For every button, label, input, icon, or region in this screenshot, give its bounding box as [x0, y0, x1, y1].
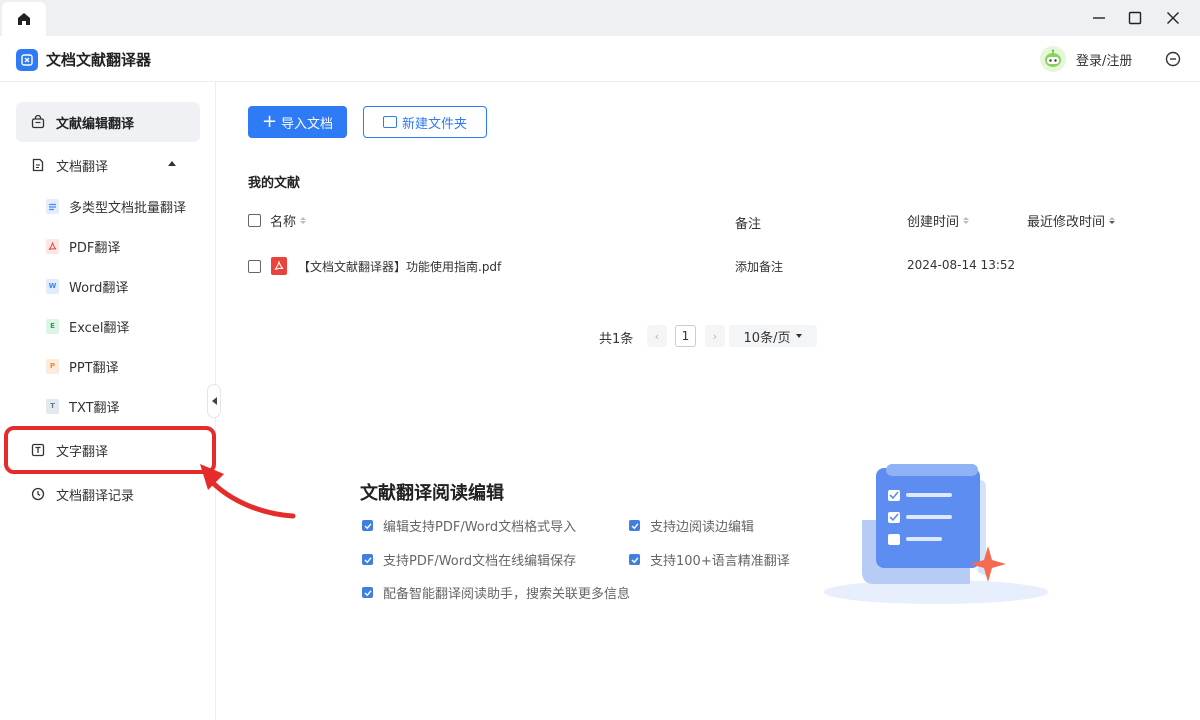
sidebar-subitem-label: TXT翻译	[69, 400, 120, 416]
feature-text: 配备智能翻译阅读助手，搜索关联更多信息	[383, 587, 631, 602]
library-title: 我的文献	[248, 176, 301, 191]
sidebar-subitem-pdf[interactable]: PDF翻译	[46, 232, 206, 260]
add-note-link[interactable]: 添加备注	[735, 258, 783, 275]
sort-icon[interactable]	[1109, 217, 1116, 224]
created-time: 2024-08-14 13:52	[907, 258, 1016, 272]
column-header-label: 创建时间	[907, 215, 960, 230]
pdf-icon	[46, 238, 59, 254]
import-document-button[interactable]: + 导入文档	[248, 106, 347, 138]
sidebar-collapse-handle[interactable]	[207, 384, 221, 418]
feature-item: 支持边阅读边编辑	[629, 516, 754, 535]
column-name-header[interactable]: 名称	[270, 211, 307, 230]
sidebar-subitem-label: PDF翻译	[69, 240, 121, 256]
circle-minus-icon	[1165, 51, 1181, 67]
folder-plus-icon	[382, 116, 397, 128]
next-page-button[interactable]: ›	[705, 325, 725, 347]
close-button[interactable]	[1160, 6, 1186, 30]
sidebar-item-label: 文档翻译记录	[56, 488, 135, 504]
sidebar-subitem-label: Word翻译	[69, 280, 129, 296]
minimize-button[interactable]	[1086, 6, 1112, 30]
bag-icon	[30, 114, 46, 130]
checkmark-icon	[362, 554, 373, 565]
app-header: 文档文献翻译器 登录/注册	[0, 36, 1200, 82]
feature-item: 配备智能翻译阅读助手，搜索关联更多信息	[362, 583, 630, 602]
prev-page-button[interactable]: ‹	[647, 325, 667, 347]
new-folder-label: 新建文件夹	[401, 116, 467, 132]
sort-icon[interactable]	[963, 217, 970, 224]
maximize-icon	[1128, 11, 1142, 25]
column-note-header: 备注	[735, 213, 761, 232]
excel-icon: E	[46, 318, 59, 334]
feature-item: 支持100+语言精准翻译	[629, 550, 790, 569]
feature-item: 支持PDF/Word文档在线编辑保存	[362, 550, 576, 569]
sidebar-subitem-excel[interactable]: E Excel翻译	[46, 312, 206, 340]
column-created-header[interactable]: 创建时间	[907, 211, 970, 230]
sidebar-subitem-label: Excel翻译	[69, 320, 130, 336]
checkmark-icon	[362, 587, 373, 598]
login-register-link[interactable]: 登录/注册	[1076, 50, 1132, 69]
column-header-label: 备注	[735, 217, 762, 232]
user-avatar[interactable]	[1040, 46, 1066, 72]
document-icon	[30, 157, 46, 173]
chevron-down-icon	[796, 334, 803, 338]
file-name[interactable]: 【文档文献翻译器】功能使用指南.pdf	[298, 258, 501, 275]
page-size-select[interactable]: 10条/页	[729, 325, 817, 347]
txt-icon: T	[46, 398, 59, 414]
pager-total: 共1条	[599, 332, 634, 347]
document-scroll-illustration	[824, 464, 1048, 604]
chevron-left-icon: ‹	[654, 329, 660, 343]
red-arrow-icon	[200, 464, 296, 519]
sidebar-subitem-txt[interactable]: T TXT翻译	[46, 392, 206, 420]
sidebar-subitem-label: 多类型文档批量翻译	[69, 200, 187, 216]
checkmark-icon	[629, 554, 640, 565]
sidebar-item-translate-history[interactable]: 文档翻译记录	[16, 474, 200, 514]
feature-text: 支持边阅读边编辑	[650, 520, 755, 535]
clock-icon	[30, 486, 46, 502]
caret-up-icon[interactable]	[168, 161, 176, 166]
new-folder-button[interactable]: 新建文件夹	[363, 106, 487, 138]
checkmark-icon	[629, 520, 640, 531]
window-titlebar	[0, 0, 1200, 36]
sidebar-subitem-batch[interactable]: 多类型文档批量翻译	[46, 192, 206, 220]
feature-text: 支持100+语言精准翻译	[650, 554, 790, 569]
import-document-label: 导入文档	[281, 116, 334, 132]
app-logo-icon	[16, 49, 38, 71]
home-tab[interactable]	[2, 2, 46, 36]
page-number-current[interactable]: 1	[675, 325, 696, 347]
column-header-label: 名称	[270, 215, 297, 230]
sidebar-subitem-ppt[interactable]: P PPT翻译	[46, 352, 206, 380]
app-title: 文档文献翻译器	[46, 51, 152, 69]
column-header-label: 最近修改时间	[1027, 215, 1106, 230]
plus-icon: +	[261, 111, 278, 132]
word-icon: W	[46, 278, 59, 294]
sidebar-item-label: 文档翻译	[56, 159, 109, 175]
select-all-checkbox[interactable]	[248, 214, 261, 227]
robot-avatar-icon	[1045, 49, 1061, 67]
column-modified-header[interactable]: 最近修改时间	[1027, 211, 1116, 230]
sidebar-subitem-word[interactable]: W Word翻译	[46, 272, 206, 300]
feature-text: 支持PDF/Word文档在线编辑保存	[383, 554, 577, 569]
minimize-icon	[1093, 17, 1105, 19]
feature-item: 编辑支持PDF/Word文档格式导入	[362, 516, 576, 535]
page-size-label: 10条/页	[743, 330, 791, 346]
sort-icon[interactable]	[300, 217, 307, 224]
sidebar-item-literature-edit-translate[interactable]: 文献编辑翻译	[16, 102, 200, 142]
maximize-button[interactable]	[1122, 6, 1148, 30]
sidebar-subitem-label: PPT翻译	[69, 360, 119, 376]
multi-doc-icon	[46, 198, 59, 214]
feature-text: 编辑支持PDF/Word文档格式导入	[383, 520, 577, 535]
sidebar-item-document-translate[interactable]: 文档翻译	[16, 145, 200, 185]
pdf-file-icon	[271, 257, 287, 275]
chevron-right-icon: ›	[712, 329, 718, 343]
checkmark-icon	[362, 520, 373, 531]
home-icon	[18, 13, 30, 25]
row-checkbox[interactable]	[248, 260, 261, 273]
sidebar-item-label: 文献编辑翻译	[56, 116, 135, 132]
highlight-box	[4, 426, 216, 474]
promo-title: 文献翻译阅读编辑	[360, 483, 504, 504]
close-icon	[1167, 12, 1179, 24]
header-menu-button[interactable]	[1164, 50, 1182, 68]
ppt-icon: P	[46, 358, 59, 374]
